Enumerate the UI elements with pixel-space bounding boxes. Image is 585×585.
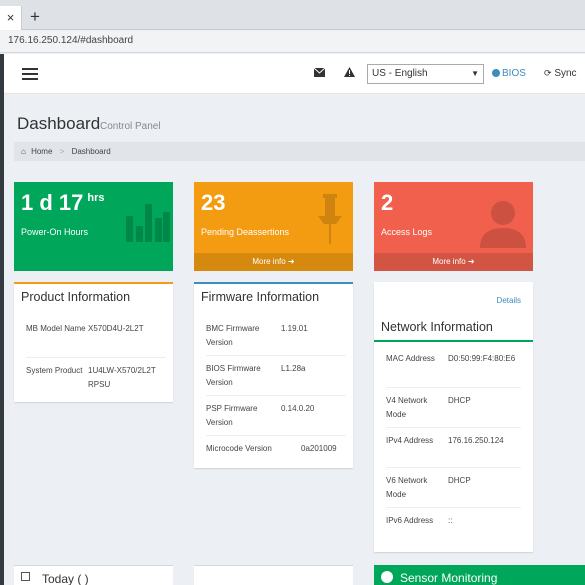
today-title: Today ( ) [42,572,89,585]
row-value: X570D4U-2L2T [88,324,144,333]
power-on-label: Power-On Hours [21,227,89,237]
row-key: MAC Address [386,354,435,363]
row-value: 1.19.01 [281,324,308,333]
info-icon [492,69,500,77]
breadcrumb: ⌂ Home > Dashboard [14,142,585,161]
power-on-value: 1 d 17 hrs [21,190,105,215]
table-row: V6 Network Mode DHCP [386,468,521,508]
table-row: System Product 1U4LW-X570/2L2T RPSU [26,358,166,398]
pending-label: Pending Deassertions [201,227,290,237]
row-value: 1U4LW-X570/2L2T RPSU [88,366,156,389]
product-info-panel: Product Information MB Model Name X570D4… [14,282,173,402]
pending-deassertions-box: 23 Pending Deassertions More info ➜ [194,182,353,271]
table-row: BMC Firmware Version 1.19.01 [206,316,346,356]
details-link[interactable]: Details [497,296,521,305]
row-key: IPv6 Address [386,516,434,525]
access-more-info-link[interactable]: More info ➜ [374,253,533,271]
chevron-down-icon: ▼ [471,69,479,78]
firmware-info-title: Firmware Information [201,290,320,304]
pushpin-icon [318,194,342,244]
table-row: MAC Address D0:50:99:F4:80:E6 [386,346,521,388]
sensor-icon [381,571,393,583]
user-icon [480,201,526,248]
sensor-monitoring-panel: Sensor Monitoring [374,565,585,585]
power-on-hours-box: 1 d 17 hrs Power-On Hours [14,182,173,271]
bar-chart-icon [126,202,170,242]
language-value: US - English [372,68,428,79]
close-tab-icon[interactable]: × [0,6,22,30]
today-panel: Today ( ) [14,565,173,585]
table-row: IPv4 Address 176.16.250.124 [386,428,521,468]
language-select[interactable]: US - English ▼ [367,64,484,84]
network-title-underline [374,340,533,342]
bios-link[interactable]: BIOS [492,68,526,79]
sync-link[interactable]: ⟳ Sync [544,68,577,79]
sensor-title: Sensor Monitoring [400,571,498,585]
power-on-unit: hrs [87,192,105,204]
access-value: 2 [381,190,394,215]
row-key: BIOS Firmware Version [206,364,261,387]
table-row: IPv6 Address :: [386,508,521,548]
row-value: 176.16.250.124 [448,436,504,445]
sync-icon: ⟳ [544,68,552,78]
row-value: :: [448,516,453,525]
access-logs-box: 2 Access Logs More info ➜ [374,182,533,271]
row-key: Microcode Version [206,444,272,453]
row-key: V4 Network Mode [386,396,428,419]
product-info-title: Product Information [21,290,131,304]
row-value: D0:50:99:F4:80:E6 [448,354,516,363]
table-row: Microcode Version 0a201009 [206,436,346,464]
row-key: IPv4 Address [386,436,434,445]
bios-label: BIOS [502,68,526,79]
row-key: System Product [26,366,83,375]
sync-label: Sync [554,68,577,79]
pending-value: 23 [201,190,226,215]
pending-more-info-link[interactable]: More info ➜ [194,253,353,271]
table-row: BIOS Firmware Version L1.28a [206,356,346,396]
row-value: DHCP [448,476,471,485]
table-row: V4 Network Mode DHCP [386,388,521,428]
middle-bottom-panel [194,565,353,585]
page-subtitle: Control Panel [100,121,161,132]
top-navbar: US - English ▼ BIOS ⟳ Sync [4,54,585,94]
mail-icon[interactable] [313,66,326,80]
sidebar-collapsed [0,54,4,585]
row-key: V6 Network Mode [386,476,428,499]
row-value: 0.14.0.20 [281,404,315,413]
home-icon: ⌂ [21,147,26,156]
access-label: Access Logs [381,227,433,237]
menu-toggle-icon[interactable] [22,68,38,80]
breadcrumb-home[interactable]: Home [31,147,52,156]
url-text[interactable]: 176.16.250.124/#dashboard [8,35,133,46]
row-key: MB Model Name [26,324,86,333]
firmware-info-panel: Firmware Information BMC Firmware Versio… [194,282,353,468]
breadcrumb-current: Dashboard [71,147,111,156]
table-row: MB Model Name X570D4U-2L2T [26,316,166,358]
calendar-icon [21,572,30,581]
warning-icon[interactable] [344,66,355,80]
table-row: PSP Firmware Version 0.14.0.20 [206,396,346,436]
browser-tabbar: × + [0,0,585,30]
new-tab-icon[interactable]: + [30,6,40,28]
page-title: Dashboard [17,114,101,133]
breadcrumb-separator: > [59,147,65,156]
network-info-title: Network Information [381,320,493,334]
row-value: DHCP [448,396,471,405]
row-key: BMC Firmware Version [206,324,260,347]
network-info-panel: Details Network Information MAC Address … [374,282,533,552]
address-bar[interactable]: 176.16.250.124/#dashboard [0,31,585,53]
row-value: L1.28a [281,364,306,373]
row-key: PSP Firmware Version [206,404,258,427]
